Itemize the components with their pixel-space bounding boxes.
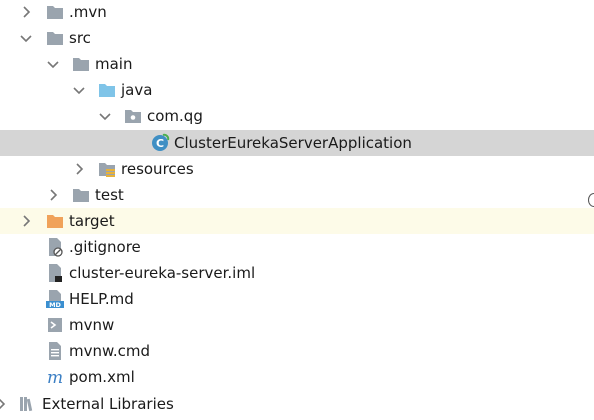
tree-item-label: target [69, 212, 115, 230]
tree-item-app-class[interactable]: C ClusterEurekaServerApplication [0, 130, 594, 156]
tree-item-label: mvnw.cmd [69, 342, 151, 360]
spring-class-icon: C [150, 133, 170, 153]
ignore-file-icon [45, 237, 65, 257]
scroll-edge-indicator [588, 193, 594, 207]
tree-item-label: java [121, 81, 153, 99]
tree-item-label: External Libraries [42, 395, 174, 413]
folder-icon [71, 185, 91, 205]
maven-file-icon: m [45, 367, 65, 387]
chevron-down-icon[interactable] [45, 56, 61, 72]
tree-item-src[interactable]: src [0, 25, 594, 51]
tree-item-label: main [95, 55, 133, 73]
tree-item-mvn[interactable]: .mvn [0, 0, 594, 25]
tree-item-target[interactable]: target [0, 208, 594, 234]
chevron-right-icon[interactable] [18, 213, 34, 229]
maven-badge: m [47, 368, 63, 387]
tree-item-label: pom.xml [69, 368, 135, 386]
tree-item-help[interactable]: MD HELP.md [0, 286, 594, 312]
resources-folder-icon [97, 159, 117, 179]
tree-item-main[interactable]: main [0, 51, 594, 77]
project-tree: .mvn src main java com.qg C ClusterEurek… [0, 0, 594, 420]
tree-item-pom[interactable]: m pom.xml [0, 364, 594, 390]
tree-item-label: src [69, 29, 91, 47]
tree-item-external-libraries[interactable]: External Libraries [0, 391, 594, 417]
markdown-badge: MD [49, 301, 61, 309]
tree-item-label: mvnw [69, 316, 115, 334]
tree-item-mvnw[interactable]: mvnw [0, 312, 594, 338]
tree-item-resources[interactable]: resources [0, 156, 594, 182]
tree-item-mvnw-cmd[interactable]: mvnw.cmd [0, 338, 594, 364]
folder-icon [71, 54, 91, 74]
libraries-icon [17, 394, 37, 414]
excluded-folder-icon [45, 211, 65, 231]
chevron-down-icon[interactable] [18, 30, 34, 46]
tree-item-label: com.qg [147, 107, 203, 125]
svg-text:C: C [156, 137, 164, 150]
chevron-right-icon[interactable] [71, 161, 87, 177]
chevron-down-icon[interactable] [97, 108, 113, 124]
chevron-right-icon[interactable] [45, 187, 61, 203]
package-icon [123, 106, 143, 126]
tree-item-label: ClusterEurekaServerApplication [174, 134, 412, 152]
tree-item-package[interactable]: com.qg [0, 103, 594, 129]
module-file-icon [45, 263, 65, 283]
tree-item-label: HELP.md [69, 290, 134, 308]
tree-item-iml[interactable]: cluster-eureka-server.iml [0, 260, 594, 286]
chevron-right-icon[interactable] [18, 4, 34, 20]
tree-item-label: cluster-eureka-server.iml [69, 264, 256, 282]
folder-icon [45, 28, 65, 48]
folder-icon [45, 2, 65, 22]
source-folder-icon [97, 80, 117, 100]
chevron-down-icon[interactable] [71, 82, 87, 98]
tree-item-label: test [95, 186, 124, 204]
tree-item-label: .mvn [69, 3, 107, 21]
text-file-icon [45, 341, 65, 361]
tree-item-gitignore[interactable]: .gitignore [0, 234, 594, 260]
chevron-right-icon[interactable] [0, 396, 9, 412]
markdown-file-icon: MD [45, 289, 65, 309]
tree-item-label: resources [121, 160, 194, 178]
tree-item-label: .gitignore [69, 238, 141, 256]
shell-script-icon [45, 315, 65, 335]
tree-item-java[interactable]: java [0, 77, 594, 103]
tree-item-test[interactable]: test [0, 182, 594, 208]
